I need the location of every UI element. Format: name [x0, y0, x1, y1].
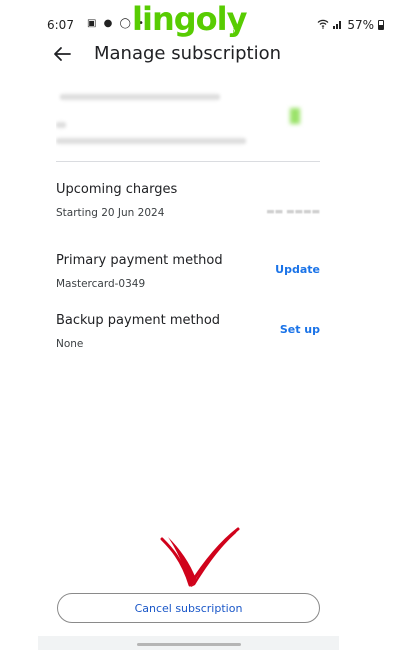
backup-payment-row: Backup payment method None Set up	[56, 313, 320, 350]
upcoming-charges-title: Upcoming charges	[56, 182, 178, 197]
signal-icon	[333, 18, 343, 32]
setup-backup-button[interactable]: Set up	[280, 323, 320, 336]
logo-text: lingoly	[132, 0, 247, 38]
arrow-back-icon	[54, 47, 71, 61]
page-title: Manage subscription	[94, 43, 282, 64]
back-button[interactable]	[50, 42, 74, 66]
battery-icon	[378, 20, 384, 30]
cancel-subscription-button[interactable]: Cancel subscription	[57, 593, 320, 623]
whatsapp-icon: ◯	[119, 18, 133, 29]
backup-payment-value: None	[56, 338, 84, 350]
app-bar: Manage subscription	[0, 38, 400, 72]
upcoming-charges-row: Upcoming charges Starting 20 Jun 2024 ▬▬…	[56, 182, 320, 219]
blurred-line	[56, 138, 246, 144]
screen: 6:07 ▣ ● ◯ • 57% lingoly .io Manage subs…	[0, 0, 400, 650]
blurred-line	[56, 122, 66, 128]
blurred-line	[60, 94, 220, 100]
blurred-amount: ▬▬ ▬▬▬▬	[266, 207, 320, 217]
primary-payment-row: Primary payment method Mastercard-0349 U…	[56, 253, 320, 290]
location-icon: ●	[103, 18, 115, 29]
wifi-icon	[317, 19, 329, 32]
gallery-icon: ▣	[87, 18, 99, 29]
blurred-image	[290, 108, 300, 124]
status-right: 57%	[317, 18, 384, 32]
obscured-content	[56, 86, 320, 162]
update-payment-button[interactable]: Update	[275, 263, 320, 276]
status-time: 6:07	[47, 18, 74, 32]
battery-percent: 57%	[347, 18, 374, 32]
divider	[56, 161, 320, 162]
logo-suffix: .io	[230, 28, 239, 36]
gesture-handle[interactable]	[137, 643, 241, 646]
checkmark-arrow-icon	[160, 527, 240, 587]
watermark-logo: lingoly .io	[132, 0, 247, 38]
primary-payment-card: Mastercard-0349	[56, 278, 146, 290]
